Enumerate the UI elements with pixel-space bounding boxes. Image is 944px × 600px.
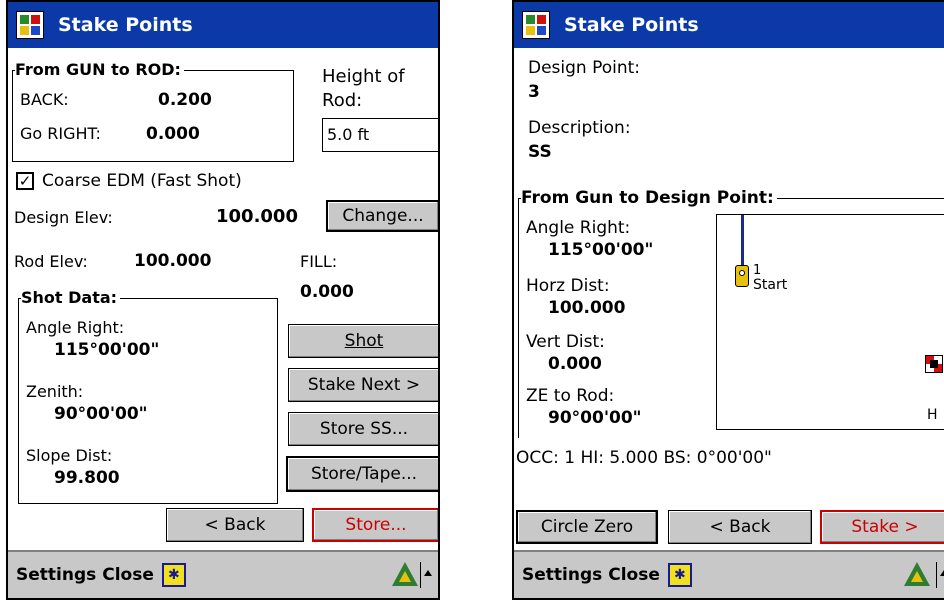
height-of-rod-label-2: Rod:: [322, 90, 363, 111]
shot-button[interactable]: Shot: [288, 324, 438, 358]
slope-dist-value: 99.800: [54, 468, 120, 488]
height-of-rod-label: Height of: [322, 66, 405, 87]
description-value: SS: [528, 142, 552, 162]
survey-status-icon[interactable]: [392, 562, 418, 586]
go-right-label: Go RIGHT:: [20, 124, 101, 143]
angle-right-label: Angle Right:: [26, 318, 125, 337]
group-title: From GUN to ROD:: [15, 60, 184, 79]
app-logo-icon[interactable]: [16, 11, 44, 39]
store-tape-button-label: Store/Tape...: [310, 464, 418, 484]
store-ss-button[interactable]: Store SS...: [288, 412, 438, 446]
angle-right-value: 115°00'00": [54, 340, 160, 360]
design-point-label: Design Point:: [528, 58, 641, 78]
stake-points-screen-right: Stake Points Design Point: 3 Description…: [512, 0, 944, 600]
settings-menu[interactable]: Settings: [522, 565, 602, 585]
rod-elev-value: 100.000: [134, 251, 212, 271]
point1-label: Start: [753, 277, 788, 293]
store-ss-button-label: Store SS...: [319, 419, 409, 439]
from-gun-to-rod-group: From GUN to ROD:: [12, 60, 294, 162]
stake-button-label: Stake >: [851, 517, 919, 537]
coarse-edm-checkbox[interactable]: ✓: [16, 172, 34, 190]
close-menu[interactable]: Close: [608, 565, 660, 585]
occ-status-line: OCC: 1 HI: 5.000 BS: 0°00'00": [516, 448, 772, 468]
zenith-value: 90°00'00": [54, 404, 148, 424]
group-title: From Gun to Design Point:: [521, 188, 777, 208]
bottom-bar: Settings Close ✱: [514, 550, 944, 598]
rod-elev-label: Rod Elev:: [14, 252, 88, 271]
design-point-value: 3: [528, 82, 540, 102]
vert-dist-value: 0.000: [548, 354, 602, 374]
back-value[interactable]: 0.200: [158, 90, 212, 110]
slope-dist-label: Slope Dist:: [26, 446, 113, 465]
description-label: Description:: [528, 118, 631, 138]
ze-to-rod-value: 90°00'00": [548, 408, 642, 428]
window-title: Stake Points: [58, 14, 193, 36]
scroll-up-icon[interactable]: [420, 562, 434, 588]
stake-next-button-label: Stake Next >: [307, 375, 421, 395]
horz-dist-value: 100.000: [548, 298, 626, 318]
ze-to-rod-label: ZE to Rod:: [526, 386, 615, 406]
close-menu[interactable]: Close: [102, 565, 154, 585]
scroll-up-icon[interactable]: [936, 562, 944, 588]
stake-map-view[interactable]: 1 Start 3 S H: [716, 214, 944, 430]
back-button[interactable]: < Back: [668, 510, 812, 544]
height-of-rod-input[interactable]: 5.0 ft: [322, 118, 438, 152]
circle-zero-button[interactable]: Circle Zero: [516, 510, 658, 544]
angle-right-label: Angle Right:: [526, 218, 631, 238]
back-button[interactable]: < Back: [166, 508, 304, 542]
back-label: BACK:: [20, 90, 69, 109]
stake-next-button[interactable]: Stake Next >: [288, 368, 438, 402]
input-panel-icon[interactable]: ✱: [161, 563, 186, 587]
map-corner-label: H: [927, 407, 938, 423]
title-bar: Stake Points: [8, 2, 438, 48]
design-elev-value: 100.000: [216, 206, 298, 227]
circle-zero-button-label: Circle Zero: [540, 517, 634, 537]
store-button-label: Store...: [345, 515, 407, 535]
design-elev-label: Design Elev:: [14, 208, 113, 227]
group-title: Shot Data:: [21, 288, 121, 307]
point1-number: 1: [753, 263, 762, 278]
backsight-line: [741, 215, 744, 269]
bottom-bar: Settings Close ✱: [8, 550, 438, 598]
stake-points-screen-left: Stake Points From GUN to ROD: BACK: 0.20…: [6, 0, 440, 600]
instrument-icon: [735, 265, 749, 287]
window-title: Stake Points: [564, 14, 699, 36]
shot-button-label: Shot: [344, 331, 384, 351]
design-point-marker-icon: [925, 355, 943, 373]
stake-button[interactable]: Stake >: [820, 510, 944, 544]
fill-value: 0.000: [300, 282, 354, 302]
change-button-label: Change...: [342, 206, 424, 226]
store-tape-button[interactable]: Store/Tape...: [286, 456, 438, 492]
go-right-value[interactable]: 0.000: [146, 124, 200, 144]
horz-dist-label: Horz Dist:: [526, 276, 610, 296]
change-button[interactable]: Change...: [326, 200, 438, 232]
title-bar: Stake Points: [514, 2, 944, 48]
input-panel-icon[interactable]: ✱: [667, 563, 692, 587]
zenith-label: Zenith:: [26, 382, 84, 401]
back-button-label: < Back: [709, 517, 771, 537]
fill-label: FILL:: [300, 252, 338, 271]
settings-menu[interactable]: Settings: [16, 565, 96, 585]
coarse-edm-label[interactable]: Coarse EDM (Fast Shot): [42, 171, 242, 191]
back-button-label: < Back: [204, 515, 266, 535]
app-logo-icon[interactable]: [522, 11, 550, 39]
angle-right-value: 115°00'00": [548, 240, 654, 260]
survey-status-icon[interactable]: [904, 562, 930, 586]
store-button[interactable]: Store...: [312, 508, 438, 542]
vert-dist-label: Vert Dist:: [526, 332, 605, 352]
